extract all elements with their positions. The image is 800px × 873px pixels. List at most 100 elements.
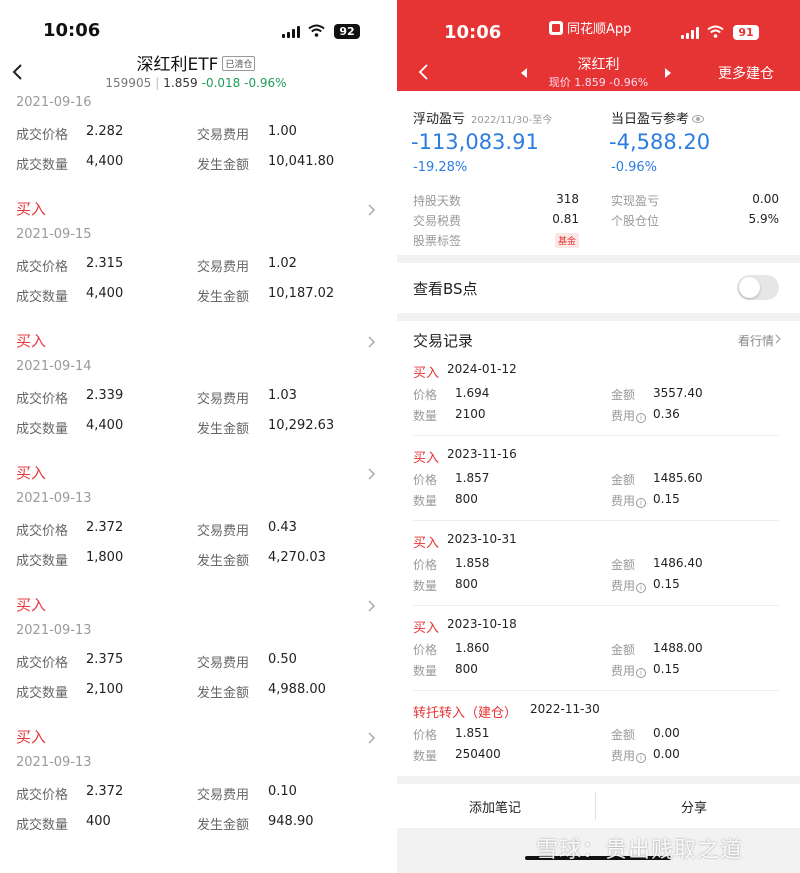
price-value: 2.372 — [86, 520, 124, 535]
qty-value: 4,400 — [86, 418, 124, 433]
qty-label: 数量 — [413, 409, 438, 423]
qty-label: 成交数量 — [16, 818, 69, 833]
info-icon[interactable]: i — [636, 753, 647, 763]
trade-date: 2023-10-31 — [447, 532, 517, 546]
fee-label: 交易费用 — [197, 392, 250, 407]
fee-label: 费用 i — [611, 577, 647, 594]
fee-value: 0.15 — [653, 577, 680, 591]
trade-date: 2023-11-16 — [447, 447, 517, 461]
app-name: 同花顺App — [567, 22, 632, 37]
amount-value: 10,187.02 — [268, 286, 335, 301]
trade-date: 2021-09-15 — [16, 227, 92, 242]
right-screen: 10:06 同花顺App 91 深红利 现价 1.859 -0.96% 更多建仓… — [397, 0, 800, 873]
price-label: 价格 — [413, 558, 438, 572]
float-pl-value: -113,083.91 — [411, 130, 539, 154]
qty-label: 数量 — [413, 664, 438, 678]
amount-label: 发生金额 — [197, 158, 250, 173]
price-value: 2.375 — [86, 652, 124, 667]
divider — [413, 690, 779, 691]
buy-label: 买入 — [16, 200, 47, 218]
amount-value: 1488.00 — [653, 641, 703, 655]
trade-type: 买入 — [413, 621, 440, 636]
wifi-icon — [308, 24, 325, 37]
day-pl-label: 当日盈亏参考 — [611, 108, 705, 127]
float-pl-label: 浮动盈亏 2022/11/30-至今 — [413, 112, 553, 127]
chevron-right-icon — [368, 204, 376, 216]
price-value: 1.694 — [455, 386, 490, 400]
divider — [595, 792, 596, 820]
info-icon[interactable]: i — [636, 668, 647, 678]
price-change: -0.018 -0.96% — [201, 76, 287, 90]
amount-label: 发生金额 — [197, 422, 250, 437]
trade-date: 2021-09-13 — [16, 491, 92, 506]
trade-type: 买入 — [413, 366, 440, 381]
trade-date: 2021-09-13 — [16, 623, 92, 638]
fee-value: 1.03 — [268, 388, 297, 403]
trade-date: 2021-09-13 — [16, 755, 92, 770]
fee-label: 费用 i — [611, 662, 647, 679]
share-button[interactable]: 分享 — [681, 797, 707, 816]
qty-value: 800 — [455, 577, 478, 591]
divider — [413, 605, 779, 606]
amount-value: 1485.60 — [653, 471, 703, 485]
tax-label: 交易税费 — [413, 214, 462, 228]
trade-date: 2021-09-14 — [16, 359, 92, 374]
cell-signal-icon — [681, 27, 699, 39]
more-positions-button[interactable]: 更多建仓 — [718, 63, 774, 83]
info-icon[interactable]: i — [636, 498, 647, 508]
fee-value: 0.10 — [268, 784, 297, 799]
trade-date: 2023-10-18 — [447, 617, 517, 631]
bs-points-label: 查看BS点 — [413, 280, 478, 298]
qty-value: 2,100 — [86, 682, 124, 697]
add-note-button[interactable]: 添加笔记 — [469, 797, 521, 816]
qty-label: 数量 — [413, 494, 438, 508]
qty-value: 400 — [86, 814, 111, 829]
info-icon[interactable]: i — [636, 413, 647, 423]
day-pl-pct: -0.96% — [611, 160, 657, 175]
amount-value: 948.90 — [268, 814, 314, 829]
fee-value: 1.00 — [268, 124, 297, 139]
eye-icon[interactable] — [692, 115, 705, 123]
price-label: 成交价格 — [16, 128, 69, 143]
fee-value: 0.36 — [653, 407, 680, 421]
trade-date: 2021-09-16 — [16, 95, 92, 110]
cell-signal-icon — [282, 26, 300, 38]
qty-value: 1,800 — [86, 550, 124, 565]
wifi-icon — [707, 25, 724, 38]
app-logo-icon — [549, 21, 563, 35]
realized-pl-value: 0.00 — [752, 192, 779, 206]
price-value: 2.339 — [86, 388, 124, 403]
chevron-right-icon — [368, 732, 376, 744]
fee-label: 交易费用 — [197, 524, 250, 539]
fee-value: 0.15 — [653, 662, 680, 676]
price-value: 1.857 — [455, 471, 490, 485]
price-value: 1.851 — [455, 726, 490, 740]
day-pl-value: -4,588.20 — [609, 130, 711, 154]
view-quote-link[interactable]: 看行情 — [738, 332, 774, 349]
price-value: 2.315 — [86, 256, 124, 271]
fee-value: 0.43 — [268, 520, 297, 535]
status-time: 10:06 — [444, 22, 502, 43]
amount-label: 发生金额 — [197, 818, 250, 833]
divider — [413, 520, 779, 521]
fee-label: 费用 i — [611, 407, 647, 424]
bs-points-toggle[interactable] — [737, 275, 779, 300]
page-title: 深红利ETF 已清仓 — [0, 50, 392, 75]
hold-days-value: 318 — [556, 192, 579, 206]
app-header: 10:06 同花顺App 91 深红利 现价 1.859 -0.96% 更多建仓 — [397, 0, 800, 91]
qty-value: 4,400 — [86, 286, 124, 301]
amount-label: 金额 — [611, 473, 636, 487]
amount-label: 金额 — [611, 728, 636, 742]
amount-value: 10,292.63 — [268, 418, 335, 433]
qty-value: 4,400 — [86, 154, 124, 169]
status-time: 10:06 — [43, 20, 101, 41]
realized-pl-label: 实现盈亏 — [611, 194, 660, 208]
price-label: 成交价格 — [16, 524, 69, 539]
info-icon[interactable]: i — [636, 583, 647, 593]
buy-label: 买入 — [16, 464, 47, 482]
fee-label: 交易费用 — [197, 656, 250, 671]
tax-value: 0.81 — [552, 212, 579, 226]
app-name-pill: 同花顺App — [549, 18, 631, 37]
amount-value: 1486.40 — [653, 556, 703, 570]
trade-type: 转托转入（建仓） — [413, 706, 518, 721]
